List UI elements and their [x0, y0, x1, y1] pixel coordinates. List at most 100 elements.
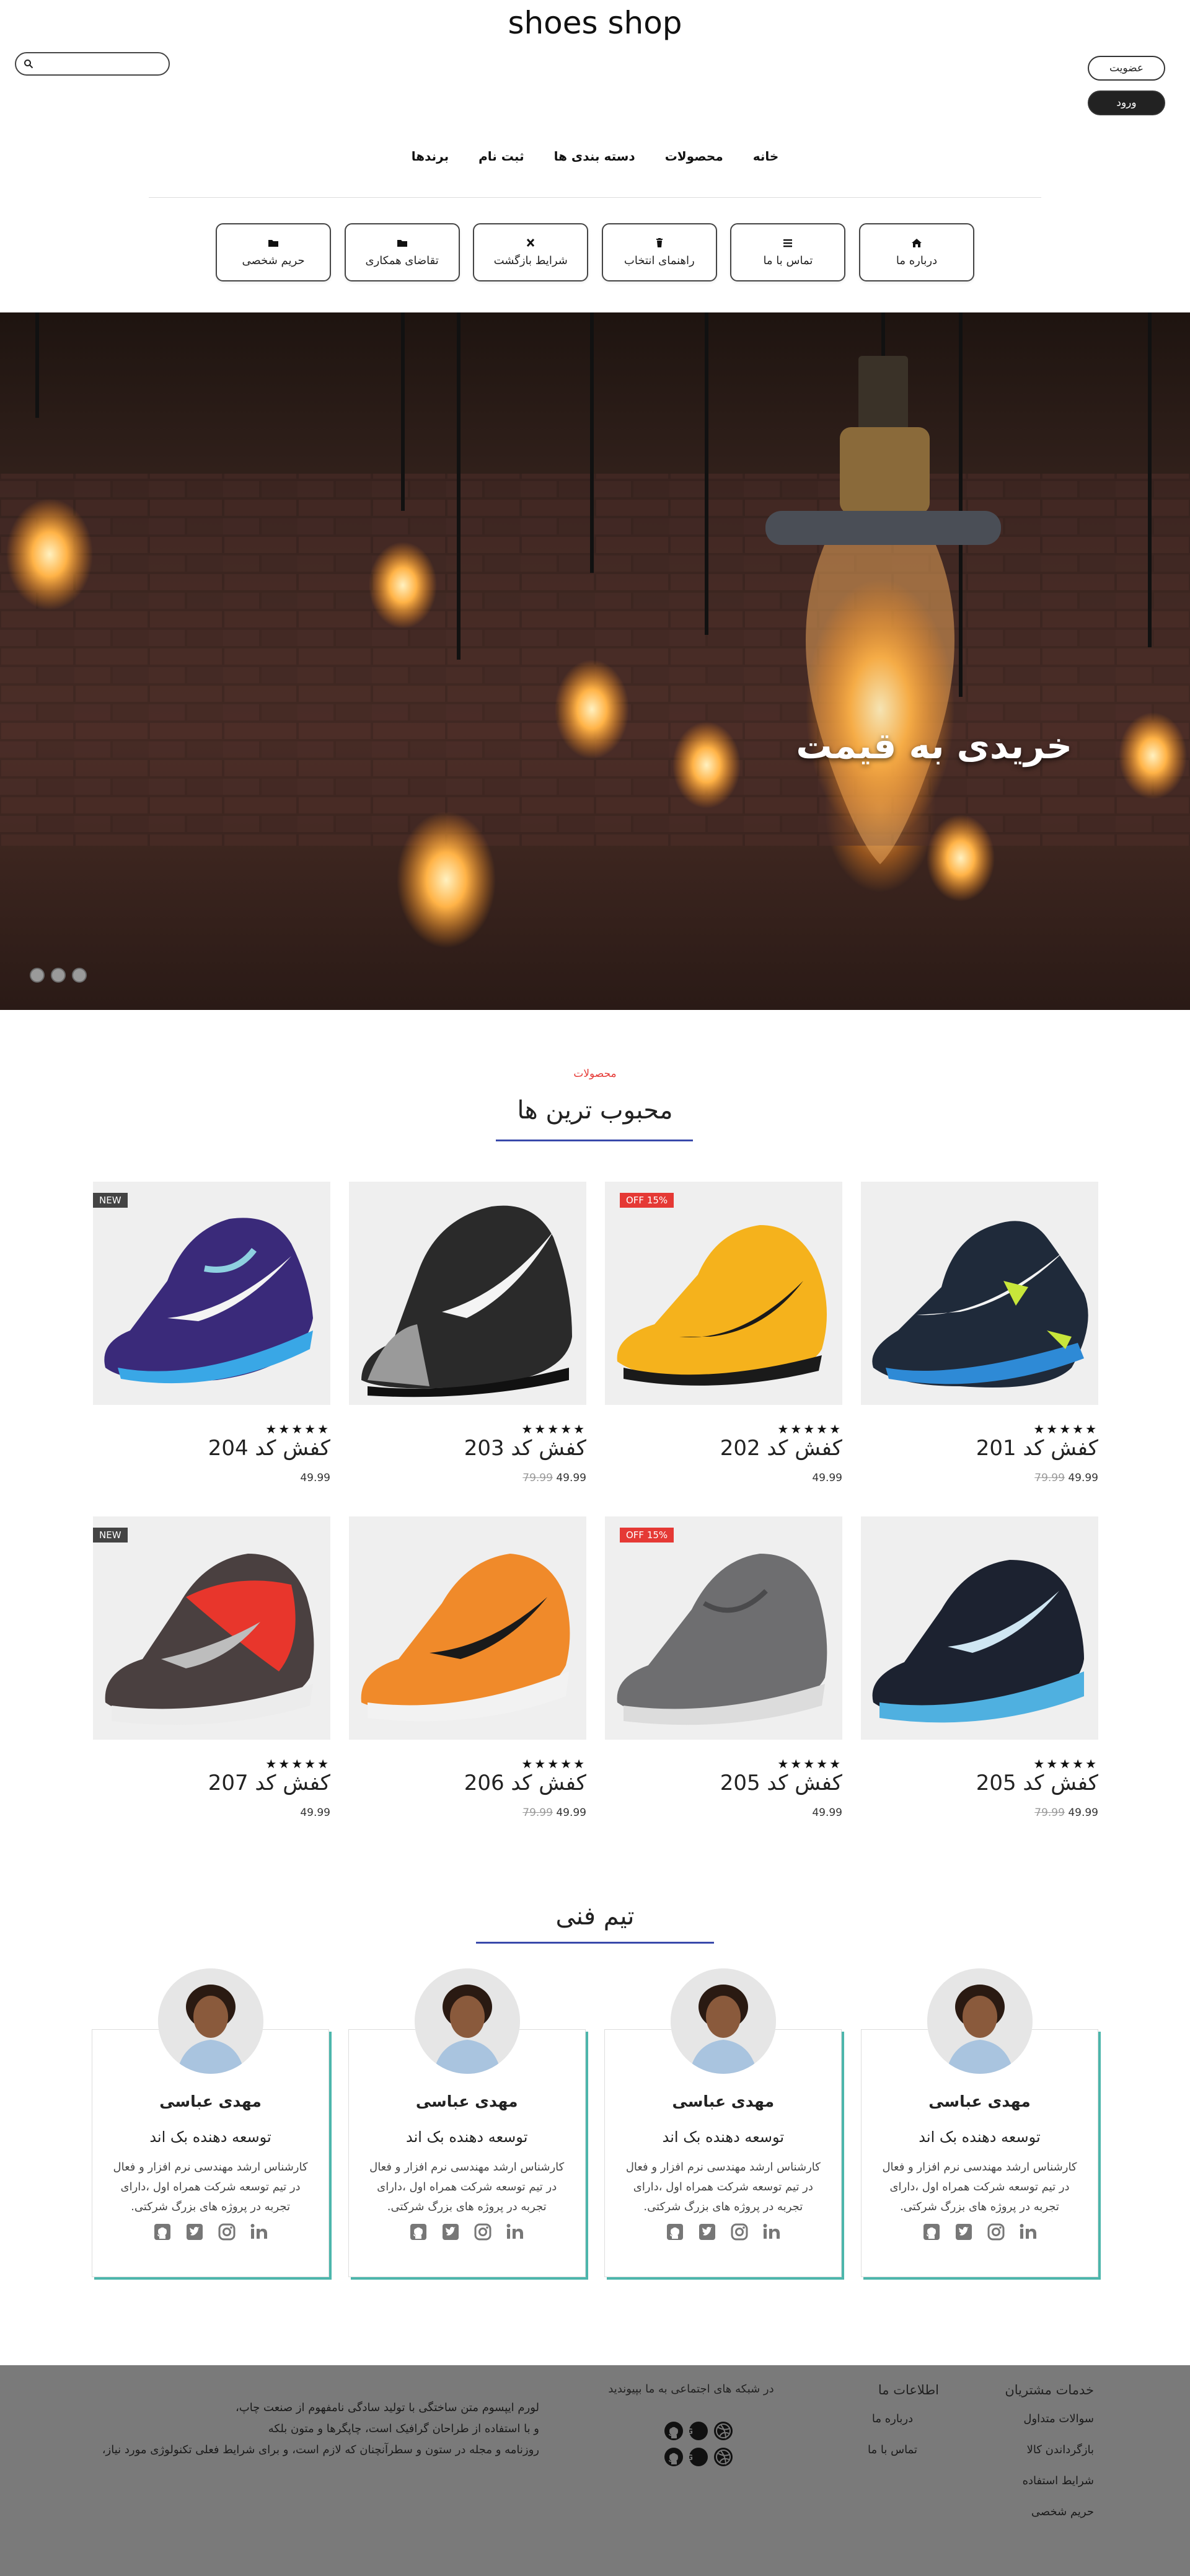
nav-item-products[interactable]: محصولات	[650, 149, 738, 164]
google-plus-icon[interactable]: G+	[687, 2420, 710, 2442]
member-socials	[604, 2221, 842, 2242]
price: 49.99	[812, 1472, 842, 1484]
login-button[interactable]: ورود	[1088, 91, 1165, 115]
footer-link-faq[interactable]: سوالات متداول	[982, 2412, 1094, 2425]
search-input[interactable]	[38, 56, 162, 72]
github-icon[interactable]	[663, 2446, 685, 2468]
product-image[interactable]: OFF 15%	[605, 1182, 842, 1405]
quick-link-guide[interactable]: راهنمای انتخاب	[601, 223, 717, 281]
product-name[interactable]: کفش کد 202	[720, 1436, 842, 1461]
member-name: مهدی عباسی	[159, 2092, 262, 2110]
team-member-card: مهدی عباسی توسعه دهنده بک اند کارشناس ار…	[861, 1968, 1098, 2278]
product-name[interactable]: کفش کد 206	[464, 1771, 586, 1795]
product-image[interactable]	[861, 1516, 1098, 1740]
twitter-icon[interactable]	[440, 2221, 461, 2242]
slide-dot[interactable]	[30, 968, 45, 983]
member-bio: کارشناس ارشد مهندسی نرم افزار و فعال در …	[625, 2161, 821, 2213]
product-card[interactable]: NEW ★★★★★ کفش کد 204 49.99	[93, 1182, 330, 1484]
avatar	[158, 1968, 264, 2074]
avatar	[671, 1968, 777, 2074]
instagram-icon[interactable]	[985, 2221, 1007, 2242]
product-card[interactable]: ★★★★★ کفش کد 206 79.99 49.99	[349, 1516, 586, 1819]
product-name[interactable]: کفش کد 205	[976, 1771, 1098, 1795]
quick-link-label: تماس با ما	[763, 254, 813, 267]
quick-link-label: راهنمای انتخاب	[624, 254, 695, 267]
product-image[interactable]	[349, 1516, 586, 1740]
twitter-icon[interactable]	[184, 2221, 205, 2242]
product-image[interactable]: NEW	[93, 1182, 330, 1405]
quick-link-cooperation[interactable]: تقاضای همکاری	[344, 223, 460, 281]
dribbble-icon[interactable]	[712, 2446, 734, 2468]
product-card[interactable]: OFF 15% ★★★★★ کفش کد 205 49.99	[605, 1516, 842, 1819]
product-card[interactable]: NEW ★★★★★ کفش کد 207 49.99	[93, 1516, 330, 1819]
product-name[interactable]: کفش کد 204	[208, 1436, 330, 1461]
member-bio: کارشناس ارشد مهندسی نرم افزار و فعال در …	[369, 2161, 565, 2213]
product-image[interactable]: OFF 15%	[605, 1516, 842, 1740]
quick-link-label: تقاضای همکاری	[365, 254, 439, 267]
quick-link-about[interactable]: درباره ما	[859, 223, 974, 281]
product-name[interactable]: کفش کد 203	[464, 1436, 586, 1461]
hero-image	[0, 312, 1190, 948]
product-card[interactable]: OFF 15% ★★★★★ کفش کد 202 49.99	[605, 1182, 842, 1484]
nav-item-categories[interactable]: دسته بندی ها	[539, 149, 650, 164]
slide-dot[interactable]	[51, 968, 66, 983]
product-price-row: 49.99	[812, 1807, 842, 1819]
github-icon[interactable]	[408, 2221, 429, 2242]
product-name[interactable]: کفش کد 207	[208, 1771, 330, 1795]
footer: خدمات مشتریان سوالات متداول بازگرداندن ک…	[0, 2365, 1190, 2576]
google-plus-icon[interactable]: G+	[687, 2446, 710, 2468]
linkedin-icon[interactable]	[1018, 2221, 1039, 2242]
product-image[interactable]	[349, 1182, 586, 1405]
product-price-row: 79.99 49.99	[1031, 1472, 1098, 1484]
footer-link-about[interactable]: درباره ما	[846, 2412, 939, 2425]
product-card[interactable]: ★★★★★ کفش کد 201 79.99 49.99	[861, 1182, 1098, 1484]
product-card[interactable]: ★★★★★ کفش کد 205 79.99 49.99	[861, 1516, 1098, 1819]
instagram-icon[interactable]	[729, 2221, 750, 2242]
github-icon[interactable]	[663, 2420, 685, 2442]
nav-divider	[149, 197, 1041, 198]
nav-item-signup[interactable]: ثبت نام	[464, 149, 539, 164]
product-card[interactable]: ★★★★★ کفش کد 203 79.99 49.99	[349, 1182, 586, 1484]
linkedin-icon[interactable]	[249, 2221, 270, 2242]
rating-stars: ★★★★★	[265, 1422, 330, 1436]
product-price-row: 49.99	[812, 1472, 842, 1484]
price: 49.99	[556, 1807, 586, 1819]
slide-dot[interactable]	[72, 968, 87, 983]
team-title: تیم فنی	[555, 1902, 635, 1931]
product-grid: ★★★★★ کفش کد 201 79.99 49.99 OFF 15% ★★★…	[92, 1182, 1098, 1819]
product-image[interactable]: NEW	[93, 1516, 330, 1740]
instagram-icon[interactable]	[472, 2221, 493, 2242]
svg-text:G+: G+	[687, 2427, 693, 2436]
hero-slider[interactable]: خریدی به قیمت	[0, 312, 1190, 1010]
team-member-card: مهدی عباسی توسعه دهنده بک اند کارشناس ار…	[604, 1968, 842, 2278]
product-name[interactable]: کفش کد 201	[976, 1436, 1098, 1461]
nav-item-home[interactable]: خانه	[738, 149, 794, 164]
footer-link-terms[interactable]: شرایط استفاده	[982, 2474, 1094, 2487]
twitter-icon[interactable]	[697, 2221, 718, 2242]
rating-stars: ★★★★★	[777, 1422, 842, 1436]
dribbble-icon[interactable]	[712, 2420, 734, 2442]
quick-link-privacy[interactable]: حریم شخصی	[216, 223, 332, 281]
product-price-row: 79.99 49.99	[1031, 1807, 1098, 1819]
product-image[interactable]	[861, 1182, 1098, 1405]
nav-item-brands[interactable]: برندها	[397, 149, 464, 164]
github-icon[interactable]	[664, 2221, 685, 2242]
footer-link-privacy[interactable]: حریم شخصی	[982, 2505, 1094, 2518]
team-title-underline	[476, 1942, 714, 1944]
quick-link-return[interactable]: شرایط بازگشت	[473, 223, 589, 281]
github-icon[interactable]	[152, 2221, 173, 2242]
footer-link-returns[interactable]: بازگرداندن کالا	[982, 2443, 1094, 2456]
search-box[interactable]	[15, 52, 170, 76]
github-icon[interactable]	[921, 2221, 942, 2242]
instagram-icon[interactable]	[216, 2221, 237, 2242]
quick-link-label: حریم شخصی	[242, 254, 305, 267]
twitter-icon[interactable]	[953, 2221, 974, 2242]
register-button[interactable]: عضویت	[1088, 56, 1165, 81]
quick-link-contact[interactable]: تماس با ما	[730, 223, 846, 281]
linkedin-icon[interactable]	[761, 2221, 782, 2242]
footer-link-contact[interactable]: تماس با ما	[846, 2443, 939, 2456]
product-name[interactable]: کفش کد 205	[720, 1771, 842, 1795]
member-role: توسعه دهنده بک اند	[919, 2128, 1041, 2146]
linkedin-icon[interactable]	[505, 2221, 526, 2242]
old-price: 79.99	[1034, 1472, 1065, 1484]
